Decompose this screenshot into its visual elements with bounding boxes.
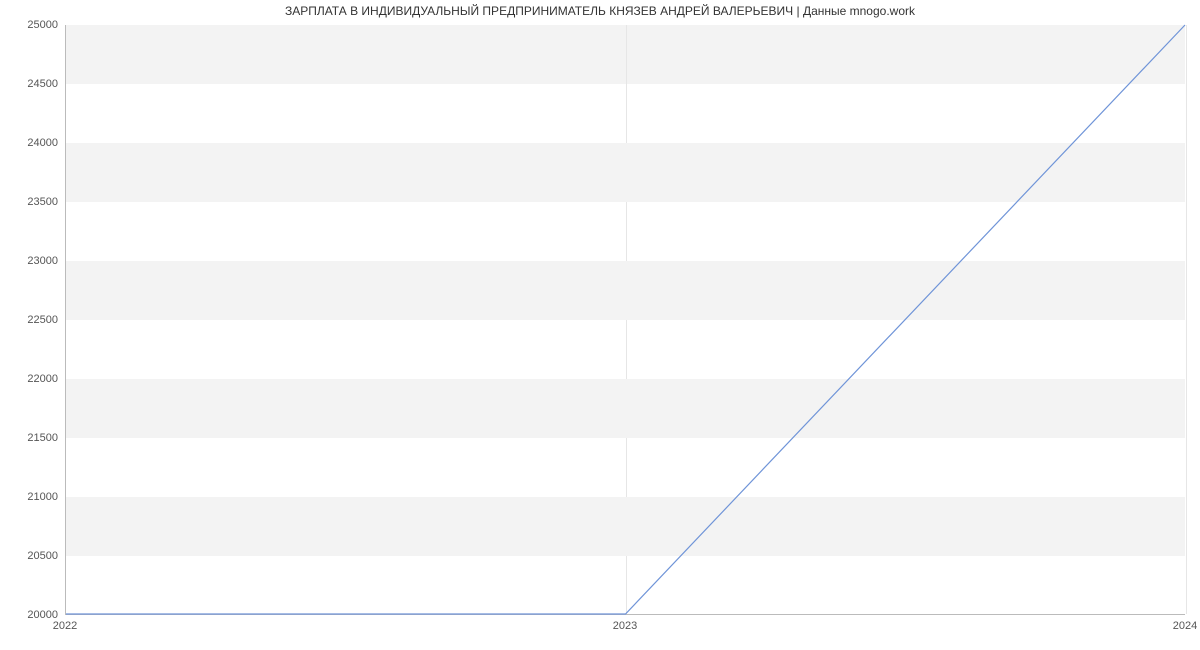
y-tick-label: 24000 <box>8 137 58 149</box>
chart-container: ЗАРПЛАТА В ИНДИВИДУАЛЬНЫЙ ПРЕДПРИНИМАТЕЛ… <box>0 0 1200 650</box>
y-tick-label: 23000 <box>8 255 58 267</box>
gridline-x <box>1186 25 1187 614</box>
y-tick-label: 21000 <box>8 491 58 503</box>
line-layer <box>66 25 1185 614</box>
x-tick-label: 2024 <box>1173 620 1197 632</box>
chart-title: ЗАРПЛАТА В ИНДИВИДУАЛЬНЫЙ ПРЕДПРИНИМАТЕЛ… <box>0 4 1200 18</box>
y-tick-label: 21500 <box>8 432 58 444</box>
x-tick-label: 2023 <box>613 620 637 632</box>
y-tick-label: 20500 <box>8 550 58 562</box>
y-tick-label: 22000 <box>8 373 58 385</box>
y-tick-label: 22500 <box>8 314 58 326</box>
y-tick-label: 20000 <box>8 609 58 621</box>
y-tick-label: 23500 <box>8 196 58 208</box>
x-tick-label: 2022 <box>53 620 77 632</box>
y-tick-label: 25000 <box>8 19 58 31</box>
y-tick-label: 24500 <box>8 78 58 90</box>
series-line <box>66 25 1185 614</box>
plot-area <box>65 25 1185 615</box>
